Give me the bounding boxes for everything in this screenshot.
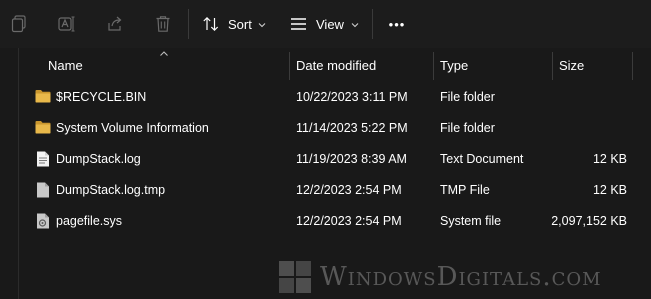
file-row[interactable]: pagefile.sys 12/2/2023 2:54 PM System fi… xyxy=(19,205,651,236)
file-row[interactable]: DumpStack.log.tmp 12/2/2023 2:54 PM TMP … xyxy=(19,174,651,205)
file-date-modified: 11/14/2023 5:22 PM xyxy=(296,120,408,135)
column-divider[interactable] xyxy=(552,52,553,80)
toolbar-separator xyxy=(188,9,189,39)
file-size: 12 KB xyxy=(592,182,627,197)
file-date-modified: 11/19/2023 8:39 AM xyxy=(296,151,407,166)
system-file-icon xyxy=(36,213,52,229)
file-row[interactable]: $RECYCLE.BIN 10/22/2023 3:11 PM File fol… xyxy=(19,81,651,112)
copy-button[interactable] xyxy=(8,12,30,36)
file-row[interactable]: DumpStack.log 11/19/2023 8:39 AM Text Do… xyxy=(19,143,651,174)
file-name: System Volume Information xyxy=(56,120,209,135)
watermark-logo xyxy=(278,260,312,294)
column-divider[interactable] xyxy=(632,52,633,80)
file-type: File folder xyxy=(440,89,495,104)
file-date-modified: 12/2/2023 2:54 PM xyxy=(296,182,402,197)
chevron-down-icon xyxy=(258,15,266,33)
file-type: File folder xyxy=(440,120,495,135)
view-icon xyxy=(290,17,307,31)
command-bar: Sort View ••• xyxy=(0,0,651,48)
file-type: System file xyxy=(440,213,502,228)
file-name: DumpStack.log.tmp xyxy=(56,182,166,197)
file-row[interactable]: System Volume Information 11/14/2023 5:2… xyxy=(19,112,651,143)
watermark: WindowsDigitals.com xyxy=(278,258,602,296)
file-name: DumpStack.log xyxy=(56,151,141,166)
rename-icon xyxy=(58,15,76,33)
share-icon xyxy=(106,15,124,33)
view-label: View xyxy=(316,16,344,32)
trash-icon xyxy=(155,15,171,33)
text-document-icon xyxy=(36,151,52,167)
folder-icon xyxy=(35,89,51,104)
column-header-name[interactable]: Name xyxy=(48,50,288,80)
file-date-modified: 10/22/2023 3:11 PM xyxy=(296,89,408,104)
sort-icon xyxy=(202,16,220,32)
column-header-date-modified[interactable]: Date modified xyxy=(296,50,431,80)
copy-icon xyxy=(11,15,27,33)
sort-label: Sort xyxy=(228,16,252,32)
watermark-text: WindowsDigitals.com xyxy=(320,262,602,292)
file-date-modified: 12/2/2023 2:54 PM xyxy=(296,213,402,228)
folder-icon xyxy=(35,120,51,135)
view-button[interactable]: View xyxy=(290,12,365,36)
file-icon xyxy=(36,182,52,198)
chevron-down-icon xyxy=(351,15,359,33)
file-size: 2,097,152 KB xyxy=(551,213,627,228)
file-type: TMP File xyxy=(440,182,490,197)
delete-button[interactable] xyxy=(151,12,175,36)
more-icon: ••• xyxy=(388,16,406,32)
sort-button[interactable]: Sort xyxy=(202,12,272,36)
more-options-button[interactable]: ••• xyxy=(383,12,411,36)
toolbar-separator xyxy=(372,9,373,39)
column-header-type[interactable]: Type xyxy=(440,50,550,80)
file-name: pagefile.sys xyxy=(56,213,123,228)
column-header-size[interactable]: Size xyxy=(559,50,629,80)
column-divider[interactable] xyxy=(289,52,290,80)
file-size: 12 KB xyxy=(592,151,627,166)
column-header-row: Name Date modified Type Size xyxy=(19,50,651,80)
file-name: $RECYCLE.BIN xyxy=(56,89,147,104)
rename-button[interactable] xyxy=(55,12,79,36)
column-divider[interactable] xyxy=(433,52,434,80)
share-button[interactable] xyxy=(103,12,127,36)
file-type: Text Document xyxy=(440,151,524,166)
